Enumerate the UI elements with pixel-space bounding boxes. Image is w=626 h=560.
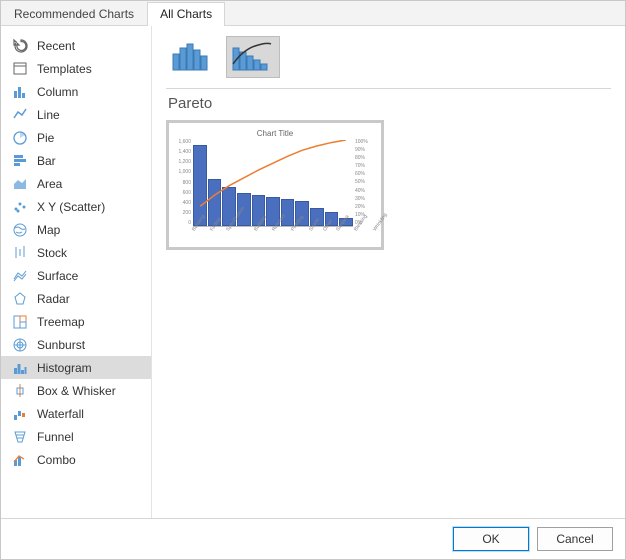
stock-icon [11, 244, 29, 262]
sidebar-item-line[interactable]: Line [1, 103, 151, 126]
chart-subtype-panel: Pareto Chart Title 1,6001,4001,2001,0008… [152, 26, 625, 518]
y-right-tick: 20% [355, 205, 375, 210]
sidebar-item-label: Area [37, 177, 62, 191]
subtype-title: Pareto [168, 95, 611, 112]
surface-icon [11, 267, 29, 285]
treemap-icon [11, 313, 29, 331]
sidebar-item-label: Stock [37, 246, 67, 260]
sidebar-item-label: Combo [37, 453, 76, 467]
sidebar-item-label: Histogram [37, 361, 92, 375]
sidebar-item-label: Sunburst [37, 338, 85, 352]
histogram-icon [171, 42, 215, 72]
y-left-tick: 200 [175, 211, 191, 216]
sunburst-icon [11, 336, 29, 354]
sidebar-item-map[interactable]: Map [1, 218, 151, 241]
subtype-pareto[interactable] [226, 36, 280, 78]
sidebar-item-label: Box & Whisker [37, 384, 116, 398]
bar [193, 145, 207, 226]
y-left-tick: 1,000 [175, 170, 191, 175]
sidebar-item-column[interactable]: Column [1, 80, 151, 103]
sidebar-item-label: Surface [37, 269, 78, 283]
y-axis-left: 1,6001,4001,2001,0008006004002000 [175, 140, 191, 226]
sidebar-item-treemap[interactable]: Treemap [1, 310, 151, 333]
scatter-icon [11, 198, 29, 216]
chart-preview[interactable]: Chart Title 1,6001,4001,2001,00080060040… [166, 120, 384, 250]
combo-icon [11, 451, 29, 469]
column-icon [11, 83, 29, 101]
tab-strip: Recommended Charts All Charts [1, 1, 625, 26]
chart-preview-title: Chart Title [175, 129, 375, 138]
y-axis-right: 100%90%80%70%60%50%40%30%20%10%0% [355, 140, 375, 226]
y-right-tick: 40% [355, 189, 375, 194]
sidebar-item-recent[interactable]: Recent [1, 34, 151, 57]
sidebar-item-label: Treemap [37, 315, 85, 329]
y-left-tick: 1,600 [175, 140, 191, 145]
y-right-tick: 90% [355, 148, 375, 153]
bar-series [193, 140, 353, 226]
y-left-tick: 600 [175, 191, 191, 196]
sidebar-item-sunburst[interactable]: Sunburst [1, 333, 151, 356]
y-right-tick: 80% [355, 156, 375, 161]
histogram-icon [11, 359, 29, 377]
recent-icon [11, 37, 29, 55]
sidebar-item-waterfall[interactable]: Waterfall [1, 402, 151, 425]
ok-button[interactable]: OK [453, 527, 529, 551]
chart-area: 1,6001,4001,2001,0008006004002000 100%90… [193, 140, 353, 227]
sidebar-item-scatter[interactable]: X Y (Scatter) [1, 195, 151, 218]
y-left-tick: 400 [175, 201, 191, 206]
tab-all-charts[interactable]: All Charts [147, 2, 225, 26]
sidebar-item-area[interactable]: Area [1, 172, 151, 195]
y-right-tick: 30% [355, 197, 375, 202]
subtype-histogram[interactable] [166, 36, 220, 78]
sidebar-item-boxwhisker[interactable]: Box & Whisker [1, 379, 151, 402]
sidebar-item-surface[interactable]: Surface [1, 264, 151, 287]
sidebar-item-label: Line [37, 108, 60, 122]
sidebar-item-templates[interactable]: Templates [1, 57, 151, 80]
tab-recommended[interactable]: Recommended Charts [1, 2, 147, 26]
sidebar-item-funnel[interactable]: Funnel [1, 425, 151, 448]
sidebar-item-label: Waterfall [37, 407, 84, 421]
dialog-footer: OK Cancel [1, 518, 625, 559]
y-left-tick: 1,400 [175, 150, 191, 155]
pareto-icon [231, 42, 275, 72]
y-left-tick: 800 [175, 181, 191, 186]
sidebar-item-label: Column [37, 85, 78, 99]
map-icon [11, 221, 29, 239]
pie-icon [11, 129, 29, 147]
area-icon [11, 175, 29, 193]
bar-icon [11, 152, 29, 170]
sidebar-item-label: Map [37, 223, 60, 237]
insert-chart-dialog: Recommended Charts All Charts Recent Temp… [0, 0, 626, 560]
y-right-tick: 50% [355, 180, 375, 185]
sidebar-item-bar[interactable]: Bar [1, 149, 151, 172]
sidebar-item-label: Radar [37, 292, 70, 306]
y-right-tick: 70% [355, 164, 375, 169]
funnel-icon [11, 428, 29, 446]
chart-type-sidebar: Recent Templates Column Line Pie Bar Area X Y (… [1, 26, 152, 518]
sidebar-item-label: Pie [37, 131, 54, 145]
radar-icon [11, 290, 29, 308]
sidebar-item-histogram[interactable]: Histogram [1, 356, 151, 379]
templates-icon [11, 60, 29, 78]
waterfall-icon [11, 405, 29, 423]
sidebar-item-label: Templates [37, 62, 92, 76]
sidebar-item-label: Bar [37, 154, 56, 168]
boxwhisker-icon [11, 382, 29, 400]
sidebar-item-combo[interactable]: Combo [1, 448, 151, 471]
sidebar-item-label: X Y (Scatter) [37, 200, 105, 214]
y-left-tick: 1,200 [175, 160, 191, 165]
subtype-row [166, 36, 611, 78]
sidebar-item-stock[interactable]: Stock [1, 241, 151, 264]
sidebar-item-pie[interactable]: Pie [1, 126, 151, 149]
x-axis-labels: BurstingFadingSpecificationBubblesRunmed… [187, 223, 359, 249]
cancel-button[interactable]: Cancel [537, 527, 613, 551]
y-right-tick: 100% [355, 140, 375, 145]
sidebar-item-radar[interactable]: Radar [1, 287, 151, 310]
line-icon [11, 106, 29, 124]
sidebar-item-label: Recent [37, 39, 75, 53]
dialog-body: Recent Templates Column Line Pie Bar Area X Y (… [1, 26, 625, 518]
y-right-tick: 60% [355, 172, 375, 177]
subtype-separator [166, 88, 611, 89]
sidebar-item-label: Funnel [37, 430, 74, 444]
